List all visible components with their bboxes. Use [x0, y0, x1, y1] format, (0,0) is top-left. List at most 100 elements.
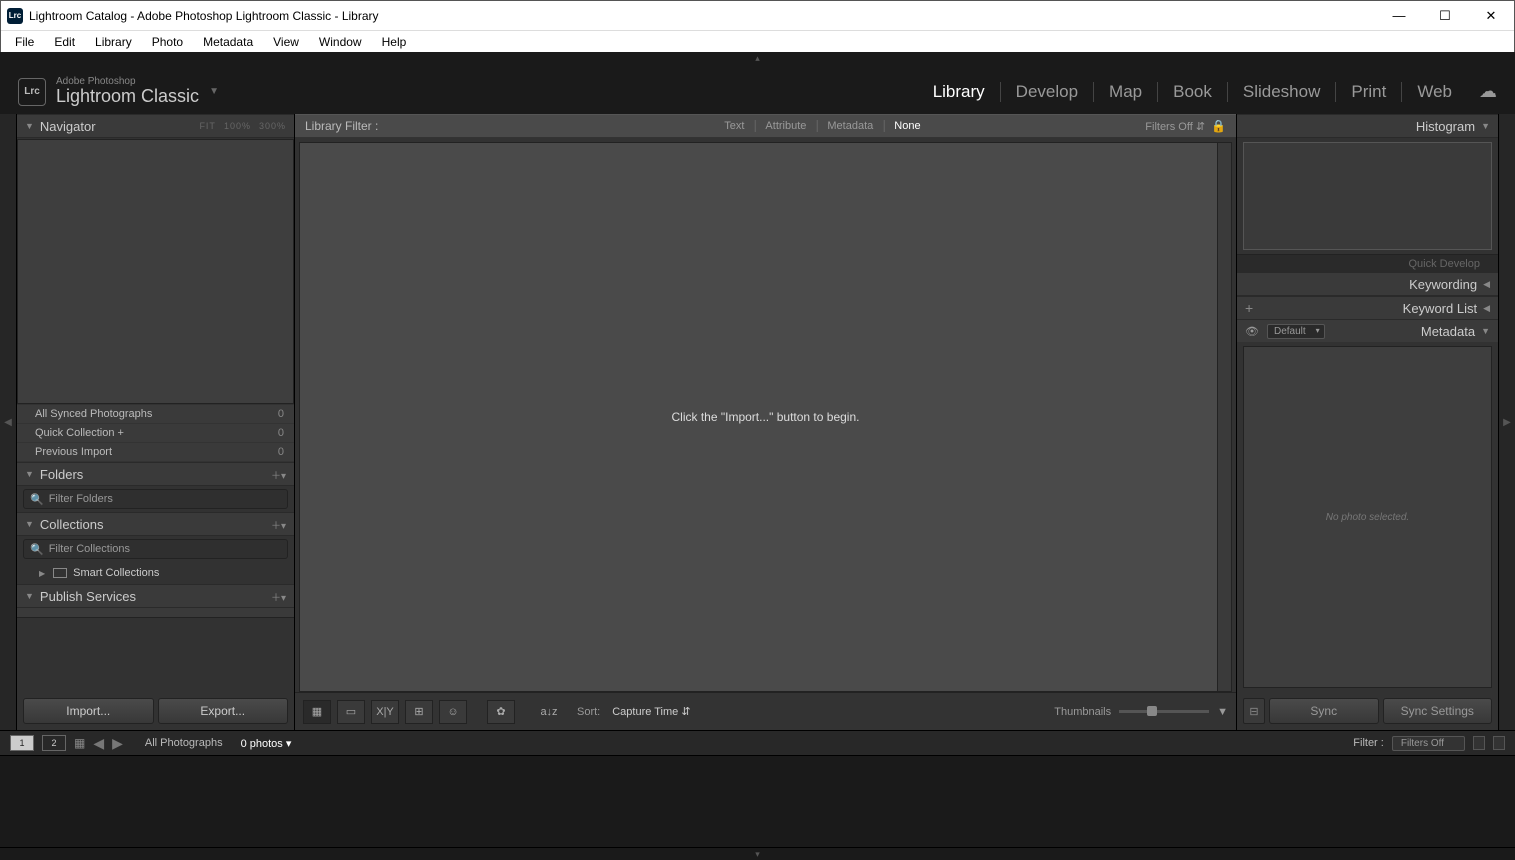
compare-view-icon[interactable]: X|Y: [371, 700, 399, 724]
filters-off-dropdown[interactable]: Filters Off ⇵: [1145, 120, 1205, 133]
window-titlebar: Lrc Lightroom Catalog - Adobe Photoshop …: [1, 1, 1514, 31]
menu-bar: File Edit Library Photo Metadata View Wi…: [1, 31, 1514, 53]
navigator-preview: [17, 139, 294, 404]
navigator-title: Navigator: [40, 119, 96, 134]
survey-view-icon[interactable]: ⊞: [405, 700, 433, 724]
minimize-button[interactable]: —: [1376, 1, 1422, 31]
collapse-icon: ▼: [25, 469, 34, 479]
catalog-row-previous[interactable]: Previous Import0: [17, 443, 294, 462]
collapse-icon: ◀: [1483, 303, 1490, 314]
publish-header[interactable]: ▼ Publish Services ＋▾: [17, 584, 294, 608]
search-icon: 🔍: [30, 493, 44, 506]
close-button[interactable]: ✕: [1468, 1, 1514, 31]
main-window-button[interactable]: 1: [10, 735, 34, 751]
sort-direction-icon[interactable]: a↓z: [535, 700, 563, 724]
top-panel-grip[interactable]: ▴: [0, 52, 1515, 64]
menu-view[interactable]: View: [263, 33, 309, 51]
filter-collections-input[interactable]: 🔍 Filter Collections: [23, 539, 288, 559]
left-panel-grip[interactable]: ◀: [0, 114, 17, 730]
grid-view-icon[interactable]: ▦: [303, 700, 331, 724]
toolbar-menu-icon[interactable]: ▼: [1217, 706, 1228, 718]
add-collection-icon[interactable]: ＋▾: [271, 517, 286, 532]
filter-tab-text[interactable]: Text: [714, 120, 754, 132]
menu-help[interactable]: Help: [372, 33, 417, 51]
menu-metadata[interactable]: Metadata: [193, 33, 263, 51]
navigator-zoom-levels[interactable]: FIT100%300%: [191, 121, 286, 131]
nav-back-icon[interactable]: ◀: [93, 735, 104, 752]
menu-file[interactable]: File: [5, 33, 44, 51]
flag-filter-icon[interactable]: [1493, 736, 1505, 750]
menu-photo[interactable]: Photo: [142, 33, 193, 51]
smart-collections-item[interactable]: ▶ Smart Collections: [17, 562, 294, 584]
metadata-title[interactable]: Metadata: [1421, 324, 1475, 339]
menu-window[interactable]: Window: [309, 33, 372, 51]
filmstrip-filter-dropdown[interactable]: Filters Off: [1392, 736, 1465, 751]
publish-title: Publish Services: [40, 589, 136, 604]
module-web[interactable]: Web: [1401, 82, 1467, 102]
grid-view[interactable]: Click the "Import..." button to begin.: [299, 142, 1232, 692]
filmstrip-header: 1 2 ▦ ◀ ▶ All Photographs 0 photos ▾ Fil…: [0, 730, 1515, 756]
histogram-title: Histogram: [1416, 119, 1475, 134]
sync-toggle-icon[interactable]: ⊟: [1243, 698, 1265, 724]
filter-tab-attribute[interactable]: Attribute: [754, 120, 816, 132]
quick-develop-header[interactable]: Quick Develop: [1237, 254, 1498, 272]
expand-icon: ▶: [39, 569, 45, 578]
sync-settings-button[interactable]: Sync Settings: [1383, 698, 1493, 724]
export-button[interactable]: Export...: [158, 698, 289, 724]
add-keyword-icon[interactable]: +: [1245, 300, 1253, 316]
add-folder-icon[interactable]: ＋▾: [271, 467, 286, 482]
filter-tab-metadata[interactable]: Metadata: [816, 120, 883, 132]
sync-button[interactable]: Sync: [1269, 698, 1379, 724]
module-book[interactable]: Book: [1157, 82, 1227, 102]
keyword-list-header[interactable]: + Keyword List ◀: [1237, 296, 1498, 320]
library-filter-bar: Library Filter : Text Attribute Metadata…: [295, 114, 1236, 138]
identity-plate-row: Lrc Adobe Photoshop Lightroom Classic ▼ …: [0, 64, 1515, 114]
search-icon: 🔍: [30, 543, 44, 556]
module-map[interactable]: Map: [1093, 82, 1157, 102]
collections-header[interactable]: ▼ Collections ＋▾: [17, 512, 294, 536]
metadata-preset-row: 👁 Default Metadata ▼: [1237, 320, 1498, 342]
menu-edit[interactable]: Edit: [44, 33, 85, 51]
module-print[interactable]: Print: [1335, 82, 1401, 102]
bottom-panel-grip[interactable]: ▾: [0, 848, 1515, 860]
second-window-button[interactable]: 2: [42, 735, 66, 751]
histogram-header[interactable]: Histogram ▼: [1237, 114, 1498, 138]
metadata-preset-dropdown[interactable]: Default: [1267, 324, 1325, 339]
catalog-row-quick[interactable]: Quick Collection +0: [17, 424, 294, 443]
loupe-view-icon[interactable]: ▭: [337, 700, 365, 724]
filmstrip-filter-label: Filter :: [1353, 737, 1384, 749]
grid-scrollbar[interactable]: [1217, 143, 1231, 691]
people-view-icon[interactable]: ☺: [439, 700, 467, 724]
keywording-header[interactable]: Keywording ◀: [1237, 272, 1498, 296]
module-develop[interactable]: Develop: [1000, 82, 1093, 102]
eye-icon[interactable]: 👁: [1245, 325, 1259, 338]
filter-tab-none[interactable]: None: [883, 120, 930, 132]
nav-forward-icon[interactable]: ▶: [112, 735, 123, 752]
module-slideshow[interactable]: Slideshow: [1227, 82, 1336, 102]
thumbnail-size-slider[interactable]: [1119, 710, 1209, 713]
catalog-row-synced[interactable]: All Synced Photographs0: [17, 405, 294, 424]
empty-grid-message: Click the "Import..." button to begin.: [672, 410, 860, 424]
filmstrip[interactable]: [0, 756, 1515, 848]
navigator-header[interactable]: ▼ Navigator FIT100%300%: [17, 114, 294, 138]
menu-library[interactable]: Library: [85, 33, 142, 51]
painter-tool-icon[interactable]: ✿: [487, 700, 515, 724]
sort-dropdown[interactable]: Capture Time ⇵: [612, 705, 690, 718]
right-panel-grip[interactable]: ▶: [1498, 114, 1515, 730]
filter-lock-icon[interactable]: 🔒: [1211, 119, 1226, 133]
module-library[interactable]: Library: [918, 82, 1000, 102]
add-publish-icon[interactable]: ＋▾: [271, 589, 286, 604]
source-label[interactable]: All Photographs: [145, 737, 223, 749]
flag-filter-icon[interactable]: [1473, 736, 1485, 750]
folders-title: Folders: [40, 467, 83, 482]
collection-set-icon: [53, 568, 67, 578]
app-logo-icon: Lrc: [7, 8, 23, 24]
filter-folders-input[interactable]: 🔍 Filter Folders: [23, 489, 288, 509]
maximize-button[interactable]: ☐: [1422, 1, 1468, 31]
photo-count[interactable]: 0 photos ▾: [241, 737, 292, 750]
identity-dropdown-icon[interactable]: ▼: [209, 86, 219, 97]
import-button[interactable]: Import...: [23, 698, 154, 724]
grid-source-icon[interactable]: ▦: [74, 736, 85, 750]
folders-header[interactable]: ▼ Folders ＋▾: [17, 462, 294, 486]
cloud-sync-icon[interactable]: ☁: [1479, 81, 1497, 102]
